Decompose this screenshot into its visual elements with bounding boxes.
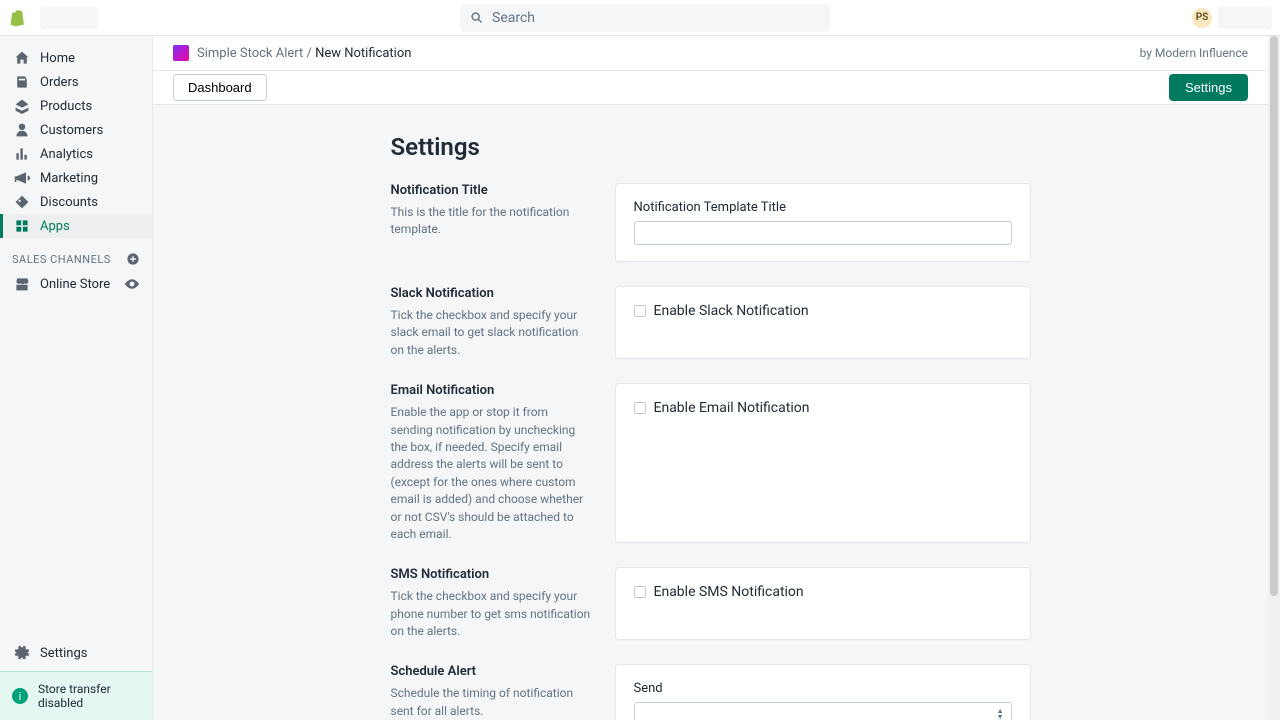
slack-checkbox[interactable]: [634, 305, 646, 317]
sms-checkbox[interactable]: [634, 586, 646, 598]
sidebar-item-customers[interactable]: Customers: [0, 118, 152, 142]
section-heading: Email Notification: [391, 383, 591, 398]
topbar: Search PS: [0, 0, 1280, 36]
customers-icon: [14, 122, 30, 138]
app-icon: [173, 45, 189, 61]
sidebar-item-orders[interactable]: Orders: [0, 70, 152, 94]
sidebar-item-home[interactable]: Home: [0, 46, 152, 70]
checkbox-label: Enable Email Notification: [654, 400, 810, 416]
sidebar-item-analytics[interactable]: Analytics: [0, 142, 152, 166]
view-store-icon[interactable]: [124, 276, 140, 292]
scrollbar[interactable]: [1268, 36, 1280, 720]
marketing-icon: [14, 170, 30, 186]
search-placeholder: Search: [492, 10, 535, 26]
scrollbar-thumb[interactable]: [1270, 36, 1278, 596]
schedule-select[interactable]: [634, 702, 1012, 720]
store-icon: [14, 276, 30, 292]
section-desc: Enable the app or stop it from sending n…: [391, 404, 591, 543]
byline: by Modern Influence: [1140, 46, 1248, 60]
account-menu[interactable]: [1218, 7, 1272, 29]
page-title: Settings: [391, 133, 1031, 161]
section-desc: Tick the checkbox and specify your slack…: [391, 307, 591, 359]
field-label: Send: [634, 681, 1012, 696]
sales-channels-header: SALES CHANNELS: [0, 238, 152, 272]
sidebar-item-marketing[interactable]: Marketing: [0, 166, 152, 190]
orders-icon: [14, 74, 30, 90]
content: Settings Notification Title This is the …: [153, 105, 1268, 720]
products-icon: [14, 98, 30, 114]
app-header: Simple Stock Alert / New Notification by…: [153, 36, 1268, 71]
gear-icon: [14, 645, 30, 661]
search-input-wrap[interactable]: Search: [460, 4, 830, 32]
shopify-logo: [8, 8, 28, 28]
add-channel-icon[interactable]: [126, 252, 140, 266]
section-heading: SMS Notification: [391, 567, 591, 582]
sidebar-item-apps[interactable]: Apps: [0, 214, 152, 238]
search-icon: [470, 11, 484, 25]
sidebar-item-online-store[interactable]: Online Store: [0, 272, 152, 296]
sidebar-item-settings[interactable]: Settings: [0, 634, 152, 671]
notification-title-input[interactable]: [634, 221, 1012, 245]
app-toolbar: Dashboard Settings: [153, 71, 1268, 105]
apps-icon: [14, 218, 30, 234]
settings-button[interactable]: Settings: [1169, 74, 1248, 101]
store-selector[interactable]: [40, 7, 98, 29]
section-notification-title: Notification Title This is the title for…: [391, 183, 1031, 262]
section-slack: Slack Notification Tick the checkbox and…: [391, 286, 1031, 359]
main: Simple Stock Alert / New Notification by…: [153, 36, 1268, 720]
email-checkbox[interactable]: [634, 402, 646, 414]
section-heading: Slack Notification: [391, 286, 591, 301]
analytics-icon: [14, 146, 30, 162]
home-icon: [14, 50, 30, 66]
section-heading: Notification Title: [391, 183, 591, 198]
avatar[interactable]: PS: [1192, 8, 1212, 28]
section-desc: This is the title for the notification t…: [391, 204, 591, 239]
sidebar: Home Orders Products Customers Analytics…: [0, 36, 153, 720]
field-label: Notification Template Title: [634, 200, 1012, 215]
section-desc: Schedule the timing of notification sent…: [391, 685, 591, 720]
section-sms: SMS Notification Tick the checkbox and s…: [391, 567, 1031, 640]
discounts-icon: [14, 194, 30, 210]
dashboard-button[interactable]: Dashboard: [173, 74, 267, 101]
info-icon: i: [12, 688, 28, 704]
sidebar-item-discounts[interactable]: Discounts: [0, 190, 152, 214]
checkbox-label: Enable Slack Notification: [654, 303, 809, 319]
section-email: Email Notification Enable the app or sto…: [391, 383, 1031, 543]
section-schedule: Schedule Alert Schedule the timing of no…: [391, 664, 1031, 720]
checkbox-label: Enable SMS Notification: [654, 584, 804, 600]
section-desc: Tick the checkbox and specify your phone…: [391, 588, 591, 640]
transfer-notice: i Store transfer disabled: [0, 671, 152, 720]
sidebar-item-products[interactable]: Products: [0, 94, 152, 118]
breadcrumb: Simple Stock Alert / New Notification: [197, 46, 411, 61]
section-heading: Schedule Alert: [391, 664, 591, 679]
